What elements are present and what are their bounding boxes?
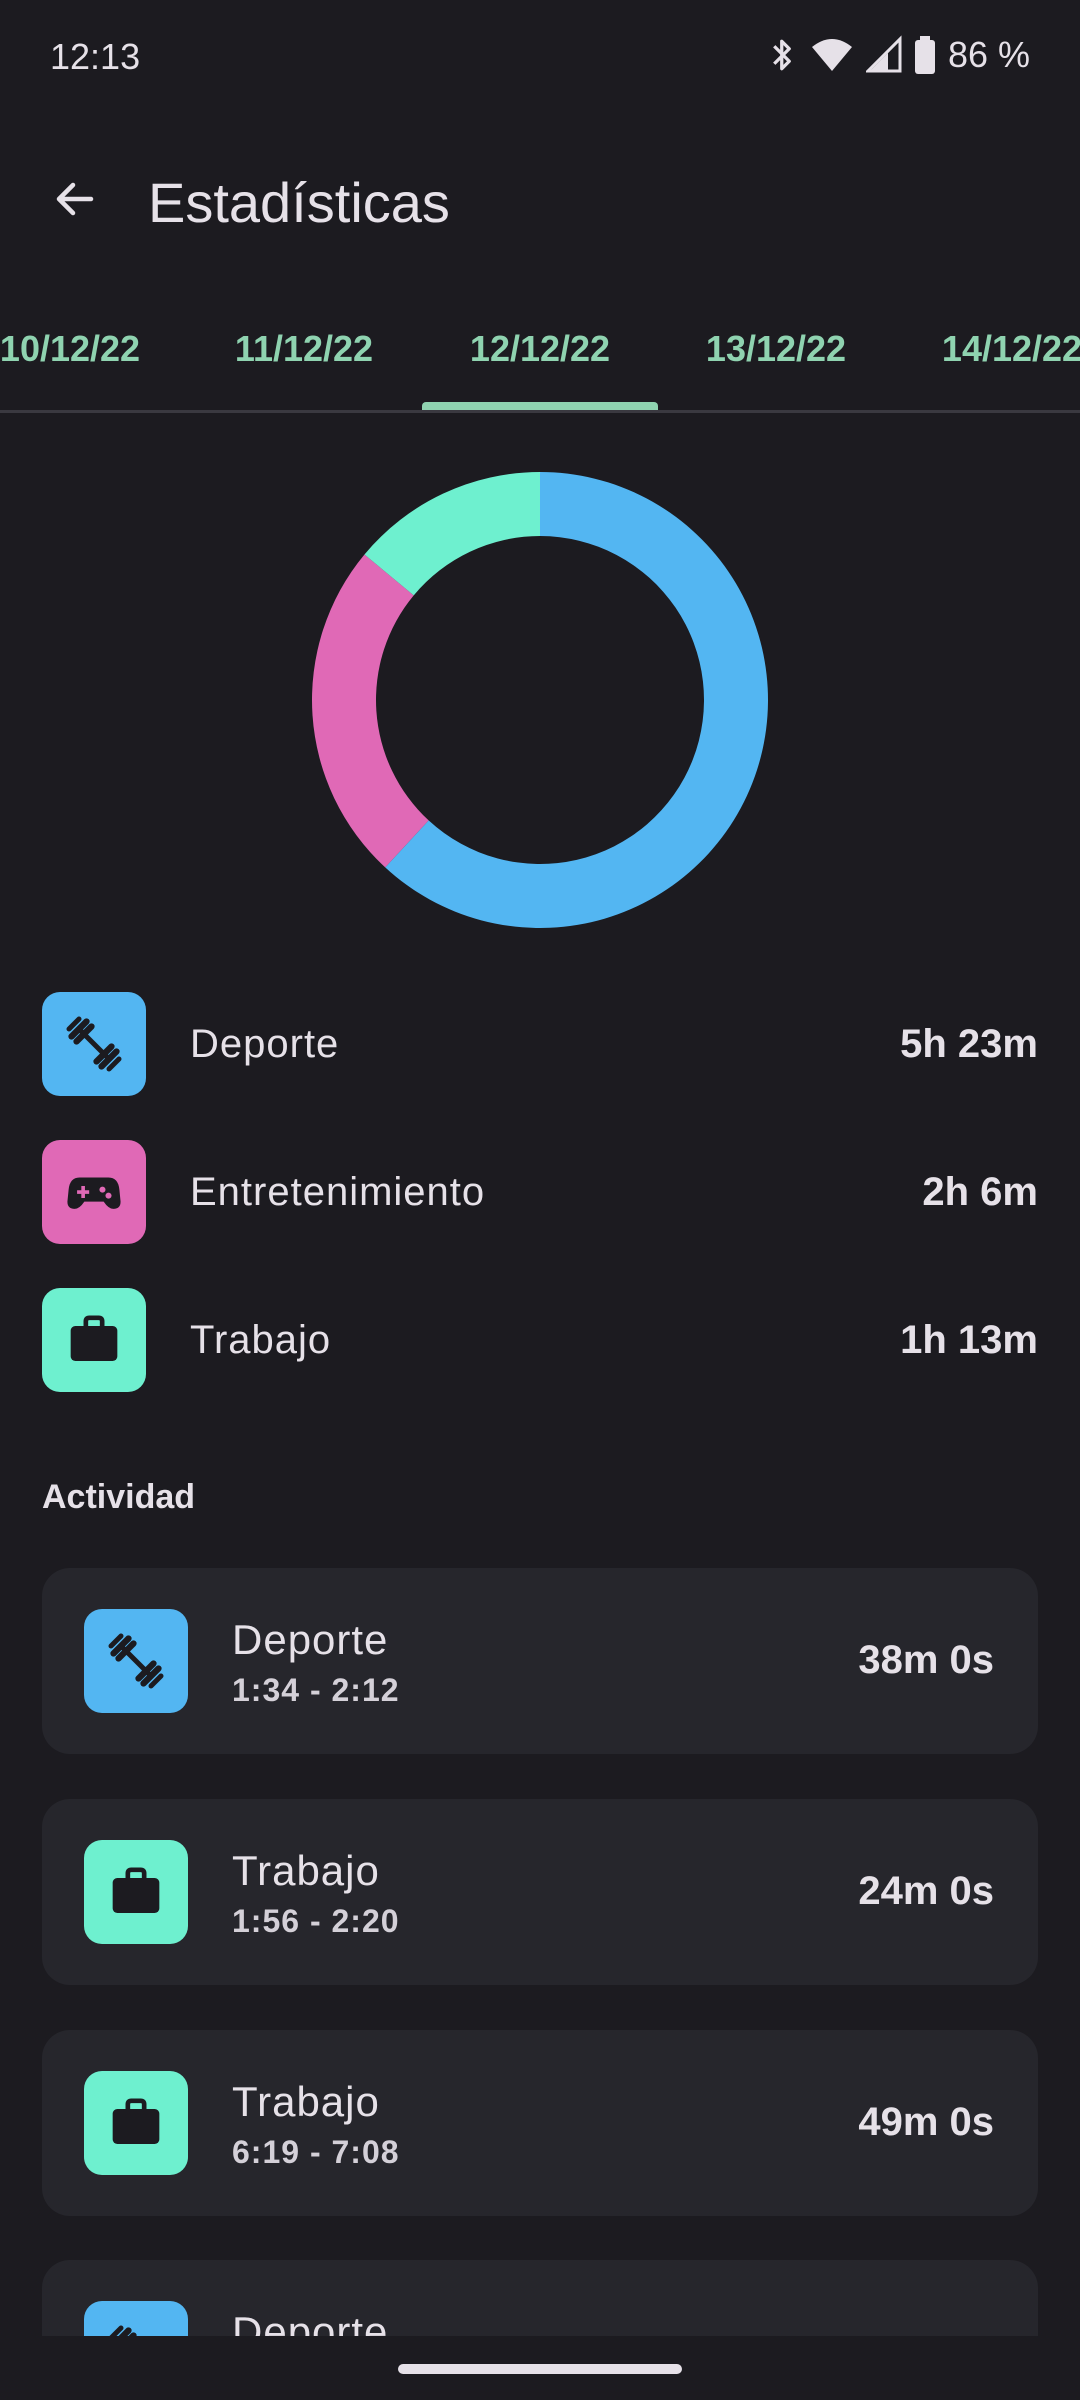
briefcase-icon [84, 1840, 188, 1944]
app-bar: Estadísticas [0, 140, 1080, 270]
activity-name: Trabajo [232, 2078, 380, 2125]
tab-indicator [422, 402, 658, 410]
activity-card[interactable]: Deporte [42, 2260, 1038, 2336]
activity-time-range: 1:56 - 2:20 [232, 1903, 400, 1939]
activity-name: Trabajo [232, 1847, 380, 1894]
scroll-content[interactable]: Estadísticas 10/12/22 11/12/22 12/12/22 … [0, 0, 1080, 2336]
summary-row-trabajo: Trabajo 1h 13m [42, 1288, 1038, 1392]
tab-date-1[interactable]: 11/12/22 [186, 328, 422, 370]
activity-time-range: 6:19 - 7:08 [232, 2134, 400, 2170]
dumbbell-icon [42, 992, 146, 1096]
gamepad-icon [42, 1140, 146, 1244]
activity-card[interactable]: Trabajo 6:19 - 7:08 49m 0s [42, 2030, 1038, 2216]
category-name: Trabajo [190, 1318, 332, 1362]
summary-row-deporte: Deporte 5h 23m [42, 992, 1038, 1096]
category-name: Deporte [190, 1022, 340, 1066]
briefcase-icon [84, 2071, 188, 2175]
arrow-back-icon [56, 182, 94, 216]
donut-chart [311, 472, 768, 928]
summary-row-entretenimiento: Entretenimiento 2h 6m [42, 1140, 1038, 1244]
activity-duration: 49m 0s [858, 2100, 994, 2144]
activity-card[interactable]: Deporte 1:34 - 2:12 38m 0s [42, 1568, 1038, 1754]
activity-time-range: 1:34 - 2:12 [232, 1672, 400, 1708]
briefcase-icon [42, 1288, 146, 1392]
page-title: Estadísticas [148, 171, 450, 234]
back-button[interactable] [40, 164, 110, 234]
category-name: Entretenimiento [190, 1170, 486, 1214]
activity-name: Deporte [232, 1616, 389, 1663]
activity-section-title: Actividad [42, 1478, 196, 1516]
category-time: 2h 6m [922, 1170, 1038, 1214]
category-time: 1h 13m [900, 1318, 1038, 1362]
activity-name: Deporte [232, 2308, 389, 2336]
activity-duration: 24m 0s [858, 1869, 994, 1913]
tab-date-4[interactable]: 14/12/22 [894, 328, 1080, 370]
dumbbell-icon [84, 1609, 188, 1713]
activity-card[interactable]: Trabajo 1:56 - 2:20 24m 0s [42, 1799, 1038, 1985]
dumbbell-icon [84, 2301, 188, 2336]
tab-date-2[interactable]: 12/12/22 [422, 328, 658, 370]
tab-date-0[interactable]: 10/12/22 [0, 328, 188, 370]
tab-date-3[interactable]: 13/12/22 [658, 328, 894, 370]
category-time: 5h 23m [900, 1022, 1038, 1066]
date-tabs[interactable]: 10/12/22 11/12/22 12/12/22 13/12/22 14/1… [0, 300, 1080, 413]
activity-duration: 38m 0s [858, 1638, 994, 1682]
home-indicator[interactable] [398, 2364, 682, 2374]
donut-segment-entretenimiento [311, 554, 429, 868]
